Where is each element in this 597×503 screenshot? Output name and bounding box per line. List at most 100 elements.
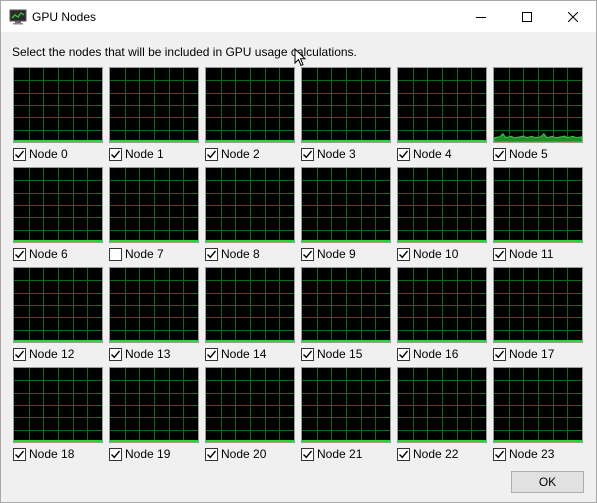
node-checkbox[interactable] — [493, 447, 506, 461]
node-checkbox[interactable] — [205, 347, 218, 361]
node-label: Node 17 — [509, 347, 555, 361]
usage-graph — [13, 267, 103, 343]
usage-graph — [493, 167, 583, 243]
node-checkbox-row[interactable]: Node 10 — [397, 247, 458, 261]
usage-graph-plot — [206, 368, 294, 442]
usage-graph-plot — [494, 368, 582, 442]
checkmark-icon — [111, 450, 121, 458]
usage-graph — [493, 67, 583, 143]
node-checkbox[interactable] — [205, 147, 218, 161]
checkmark-icon — [111, 350, 121, 358]
usage-graph — [397, 167, 487, 243]
node-checkbox-row[interactable]: Node 5 — [493, 147, 548, 161]
title-bar[interactable]: GPU Nodes — [1, 1, 596, 32]
node-checkbox-row[interactable]: Node 11 — [493, 247, 553, 261]
node-checkbox-row[interactable]: Node 2 — [205, 147, 260, 161]
node-checkbox-row[interactable]: Node 8 — [205, 247, 260, 261]
usage-graph-plot — [302, 68, 390, 142]
node-checkbox-row[interactable]: Node 0 — [13, 147, 68, 161]
node-checkbox-row[interactable]: Node 3 — [301, 147, 356, 161]
node-label: Node 22 — [413, 447, 459, 461]
node-checkbox-row[interactable]: Node 23 — [493, 447, 554, 461]
usage-graph-plot — [14, 368, 102, 442]
node-checkbox[interactable] — [397, 247, 410, 261]
node-label: Node 0 — [29, 147, 68, 161]
checkmark-icon — [207, 350, 217, 358]
checkmark-icon — [399, 450, 409, 458]
node-checkbox[interactable] — [109, 147, 122, 161]
maximize-button[interactable] — [504, 1, 550, 32]
node-checkbox[interactable] — [205, 447, 218, 461]
node-checkbox-row[interactable]: Node 19 — [109, 447, 170, 461]
node-checkbox-row[interactable]: Node 9 — [301, 247, 356, 261]
node-checkbox[interactable] — [493, 247, 506, 261]
usage-graph-plot — [206, 168, 294, 242]
usage-graph — [301, 367, 391, 443]
node-checkbox-row[interactable]: Node 15 — [301, 347, 362, 361]
checkmark-icon — [207, 150, 217, 158]
node-checkbox-row[interactable]: Node 14 — [205, 347, 266, 361]
usage-graph-plot — [494, 68, 582, 142]
usage-graph-plot — [110, 68, 198, 142]
usage-graph — [109, 67, 199, 143]
ok-button[interactable]: OK — [511, 471, 584, 493]
node-checkbox[interactable] — [301, 347, 314, 361]
usage-graph-plot — [302, 168, 390, 242]
close-icon — [568, 11, 578, 22]
close-button[interactable] — [550, 1, 596, 32]
node-checkbox[interactable] — [13, 147, 26, 161]
node-checkbox[interactable] — [13, 247, 26, 261]
checkmark-icon — [399, 150, 409, 158]
node-checkbox-row[interactable]: Node 17 — [493, 347, 554, 361]
checkmark-icon — [303, 450, 313, 458]
checkmark-icon — [495, 150, 505, 158]
usage-graph-plot — [14, 68, 102, 142]
usage-graph-plot — [14, 268, 102, 342]
node-checkbox[interactable] — [205, 247, 218, 261]
node-label: Node 2 — [221, 147, 260, 161]
checkmark-icon — [399, 250, 409, 258]
checkmark-icon — [303, 150, 313, 158]
usage-graph — [13, 367, 103, 443]
usage-graph — [397, 367, 487, 443]
checkmark-icon — [495, 350, 505, 358]
node-checkbox-row[interactable]: Node 4 — [397, 147, 452, 161]
checkmark-icon — [15, 150, 25, 158]
node-checkbox-row[interactable]: Node 16 — [397, 347, 458, 361]
node-checkbox[interactable] — [493, 347, 506, 361]
node-checkbox-row[interactable]: Node 7 — [109, 247, 164, 261]
node-checkbox[interactable] — [397, 147, 410, 161]
node-checkbox-row[interactable]: Node 20 — [205, 447, 266, 461]
node-checkbox[interactable] — [301, 447, 314, 461]
node-checkbox[interactable] — [13, 447, 26, 461]
node-checkbox[interactable] — [397, 447, 410, 461]
node-label: Node 13 — [125, 347, 171, 361]
node-checkbox-row[interactable]: Node 13 — [109, 347, 170, 361]
node-checkbox[interactable] — [397, 347, 410, 361]
usage-graph — [205, 67, 295, 143]
node-checkbox[interactable] — [109, 347, 122, 361]
checkmark-icon — [303, 350, 313, 358]
usage-graph-plot — [494, 168, 582, 242]
usage-graph — [301, 167, 391, 243]
node-checkbox[interactable] — [109, 447, 122, 461]
node-label: Node 15 — [317, 347, 363, 361]
node-checkbox-row[interactable]: Node 21 — [301, 447, 362, 461]
node-checkbox[interactable] — [301, 147, 314, 161]
checkmark-icon — [15, 250, 25, 258]
checkmark-icon — [495, 250, 505, 258]
minimize-button[interactable] — [458, 1, 504, 32]
node-label: Node 10 — [413, 247, 459, 261]
usage-graph — [493, 367, 583, 443]
node-checkbox[interactable] — [301, 247, 314, 261]
node-checkbox[interactable] — [109, 247, 122, 261]
node-checkbox-row[interactable]: Node 18 — [13, 447, 74, 461]
node-checkbox-row[interactable]: Node 12 — [13, 347, 74, 361]
node-label: Node 7 — [125, 247, 164, 261]
node-checkbox-row[interactable]: Node 1 — [109, 147, 164, 161]
usage-graph — [205, 367, 295, 443]
node-checkbox[interactable] — [493, 147, 506, 161]
node-checkbox[interactable] — [13, 347, 26, 361]
node-checkbox-row[interactable]: Node 22 — [397, 447, 458, 461]
node-checkbox-row[interactable]: Node 6 — [13, 247, 68, 261]
